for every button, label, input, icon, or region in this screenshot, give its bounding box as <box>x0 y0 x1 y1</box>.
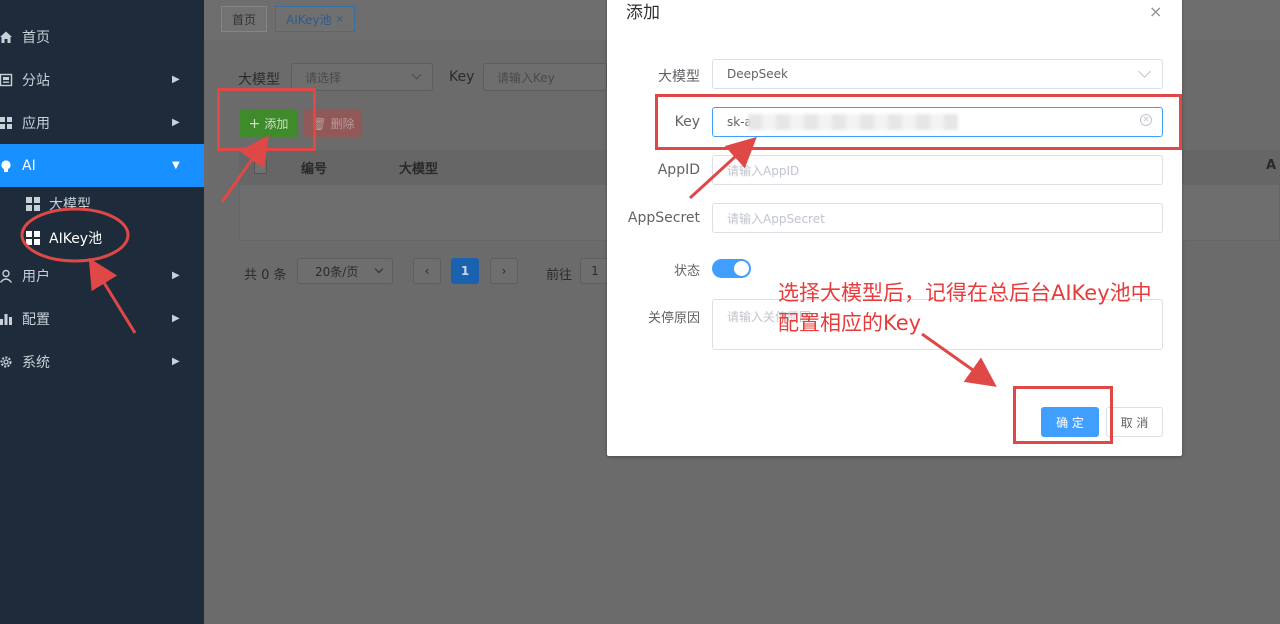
page-number-label: 1 <box>460 264 470 278</box>
page-size-select[interactable]: 20条/页 <box>297 258 393 284</box>
sidebar: 首页 分站 ▶ 应用 ▶ AI ▼ 大模型 AIKey池 用户 ▶ 配置 ▶ 系… <box>0 0 204 624</box>
appid-placeholder: 请输入AppID <box>727 163 800 178</box>
menu-item-system[interactable]: 系统 ▶ <box>0 340 204 383</box>
select-all-checkbox[interactable] <box>254 161 267 174</box>
annotation-line-1: 选择大模型后，记得在总后台AIKey池中 <box>778 281 1152 305</box>
cancel-button-label: 取 消 <box>1120 415 1149 430</box>
close-icon[interactable]: × <box>1149 2 1162 21</box>
next-page-button[interactable]: › <box>490 258 518 284</box>
caret-down-icon: ▼ <box>172 160 180 171</box>
cancel-button[interactable]: 取 消 <box>1106 407 1163 437</box>
model-select[interactable]: DeepSeek <box>712 59 1163 89</box>
column-header-more: A <box>1266 158 1277 173</box>
sub-item-label: AIKey池 <box>49 231 103 247</box>
annotation-line-2: 配置相应的Key <box>778 311 922 335</box>
sub-item-models[interactable]: 大模型 <box>0 187 204 221</box>
sub-item-label: 大模型 <box>49 197 91 213</box>
close-icon[interactable]: × <box>336 14 344 25</box>
caret-right-icon: ▶ <box>172 74 180 85</box>
menu-item-label: 首页 <box>22 29 50 46</box>
menu-item-users[interactable]: 用户 ▶ <box>0 254 204 297</box>
gear-icon <box>0 354 14 370</box>
appid-field-label: AppID <box>657 162 700 178</box>
caret-right-icon: ▶ <box>172 313 180 324</box>
substation-icon <box>0 72 14 88</box>
model-select-value: DeepSeek <box>727 67 788 81</box>
menu-item-label: 应用 <box>22 115 50 132</box>
highlight-add-button <box>217 88 316 151</box>
caret-right-icon: ▶ <box>172 356 180 367</box>
grid-icon <box>26 197 40 211</box>
user-icon <box>0 268 14 284</box>
goto-label: 前往 <box>546 268 573 283</box>
appid-input[interactable]: 请输入AppID <box>712 155 1163 185</box>
bar-chart-icon <box>0 311 14 327</box>
reason-field-label: 关停原因 <box>647 311 700 326</box>
chevron-left-icon: ‹ <box>424 264 430 278</box>
page-number-1[interactable]: 1 <box>451 258 479 284</box>
menu-item-apps[interactable]: 应用 ▶ <box>0 101 204 144</box>
menu-item-substation[interactable]: 分站 ▶ <box>0 58 204 101</box>
column-header-id: 编号 <box>301 162 328 177</box>
filter-key-label: Key <box>449 69 475 85</box>
sub-item-aikey-pool[interactable]: AIKey池 <box>0 221 204 255</box>
menu-item-label: 配置 <box>22 311 50 328</box>
menu-item-ai[interactable]: AI ▼ <box>0 144 204 187</box>
status-field-label: 状态 <box>673 264 700 279</box>
appsecret-placeholder: 请输入AppSecret <box>727 211 825 226</box>
filter-model-select[interactable]: 请选择 <box>291 63 433 91</box>
select-placeholder: 请选择 <box>305 70 342 85</box>
home-icon <box>0 29 14 45</box>
menu-item-home[interactable]: 首页 <box>0 15 204 58</box>
page-size-value: 20条/页 <box>315 264 359 279</box>
prev-page-button[interactable]: ‹ <box>413 258 441 284</box>
chevron-down-icon <box>374 264 384 274</box>
menu-item-label: 系统 <box>22 354 50 371</box>
menu-item-config[interactable]: 配置 ▶ <box>0 297 204 340</box>
grid-icon <box>0 115 14 131</box>
tab-label: 首页 <box>232 12 257 27</box>
appsecret-field-label: AppSecret <box>627 210 700 226</box>
menu-item-label: AI <box>22 157 36 174</box>
menu-item-label: 分站 <box>22 72 50 89</box>
column-header-model: 大模型 <box>399 162 439 177</box>
annotation-note: 选择大模型后，记得在总后台AIKey池中 配置相应的Key <box>778 278 1198 338</box>
pagination-total: 共 0 条 <box>244 268 287 283</box>
tab-home[interactable]: 首页 <box>221 6 268 32</box>
delete-button-label: 删除 <box>330 117 355 131</box>
status-toggle[interactable] <box>712 259 751 278</box>
highlight-confirm-button <box>1013 386 1113 444</box>
grid-icon <box>26 231 40 245</box>
filter-key-input[interactable]: 请输入Key <box>483 63 607 91</box>
input-placeholder: 请输入Key <box>497 70 555 85</box>
chevron-right-icon: › <box>501 264 507 278</box>
dialog-title: 添加 <box>626 3 660 23</box>
caret-right-icon: ▶ <box>172 117 180 128</box>
goto-page-value: 1 <box>591 264 599 278</box>
menu-item-label: 用户 <box>22 268 50 285</box>
appsecret-input[interactable]: 请输入AppSecret <box>712 203 1163 233</box>
tab-aikey-pool[interactable]: AIKey池 × <box>275 6 355 32</box>
highlight-key-field <box>655 94 1182 150</box>
caret-right-icon: ▶ <box>172 270 180 281</box>
bulb-icon <box>0 158 14 174</box>
chevron-down-icon <box>411 69 422 80</box>
model-field-label: 大模型 <box>658 69 700 85</box>
tab-label: AIKey池 <box>286 12 332 27</box>
filter-model-label: 大模型 <box>238 72 280 88</box>
